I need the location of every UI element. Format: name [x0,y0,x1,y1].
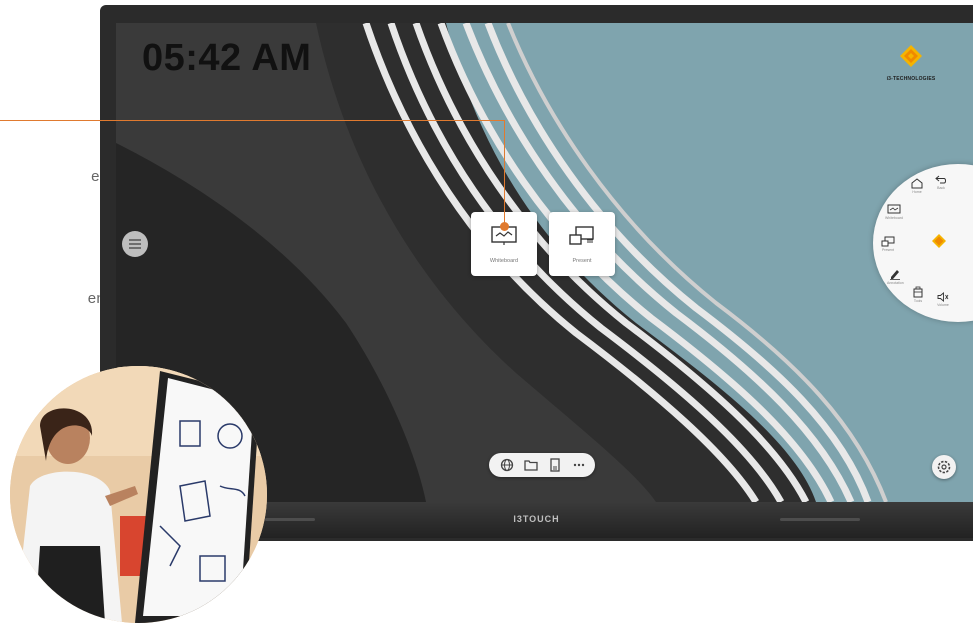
present-tile-label: Present [572,258,592,264]
bottom-dock [489,453,595,477]
wheel-center-logo[interactable] [932,234,946,248]
toolbox-icon [913,286,923,298]
wheel-whiteboard[interactable]: Whiteboard [885,204,903,220]
brand-logo: i3-TECHNOLOGIES [866,45,956,82]
wheel-volume[interactable]: Volume [937,292,949,307]
whiteboard-tile-label: Whiteboard [489,258,519,264]
back-icon [935,175,946,184]
settings-button[interactable] [932,455,956,479]
wheel-home[interactable]: Home [911,178,923,194]
volume-icon [937,292,949,302]
more-icon[interactable] [571,457,587,473]
bezel-speaker-right [780,518,860,521]
wheel-home-label: Home [912,190,922,194]
wheel-annotation-label: Annotation [887,281,904,285]
clock: 05:42 AM [142,37,312,79]
document-icon[interactable] [547,457,563,473]
wheel-back[interactable]: Back [935,174,947,190]
wheel-volume-label: Volume [937,303,949,307]
pen-icon [890,270,901,280]
wheel-present-label: Present [881,248,895,252]
logo-icon [932,234,946,248]
logo-text: i3-TECHNOLOGIES [886,76,936,82]
wheel-present[interactable]: Present [881,236,895,252]
callout-line-horizontal [0,120,505,121]
whiteboard-icon [887,204,901,214]
logo-icon [900,45,922,67]
wheel-tools[interactable]: Tools [913,286,923,303]
home-icon [911,178,923,189]
wheel-annotation[interactable]: Annotation [887,268,904,285]
folder-icon[interactable] [523,457,539,473]
presenter-photo [10,366,267,623]
globe-icon[interactable] [499,457,515,473]
callout-dot [500,222,509,231]
wheel-back-label: Back [937,186,945,190]
callout-line-vertical [504,120,505,225]
gear-icon [937,460,951,474]
present-icon [569,226,594,245]
presenter-illustration [10,366,267,623]
side-menu-handle[interactable] [122,231,148,257]
wheel-whiteboard-label: Whiteboard [885,216,903,220]
present-icon [881,236,895,247]
present-tile[interactable]: Present [549,212,615,276]
wheel-tools-label: Tools [913,299,923,303]
